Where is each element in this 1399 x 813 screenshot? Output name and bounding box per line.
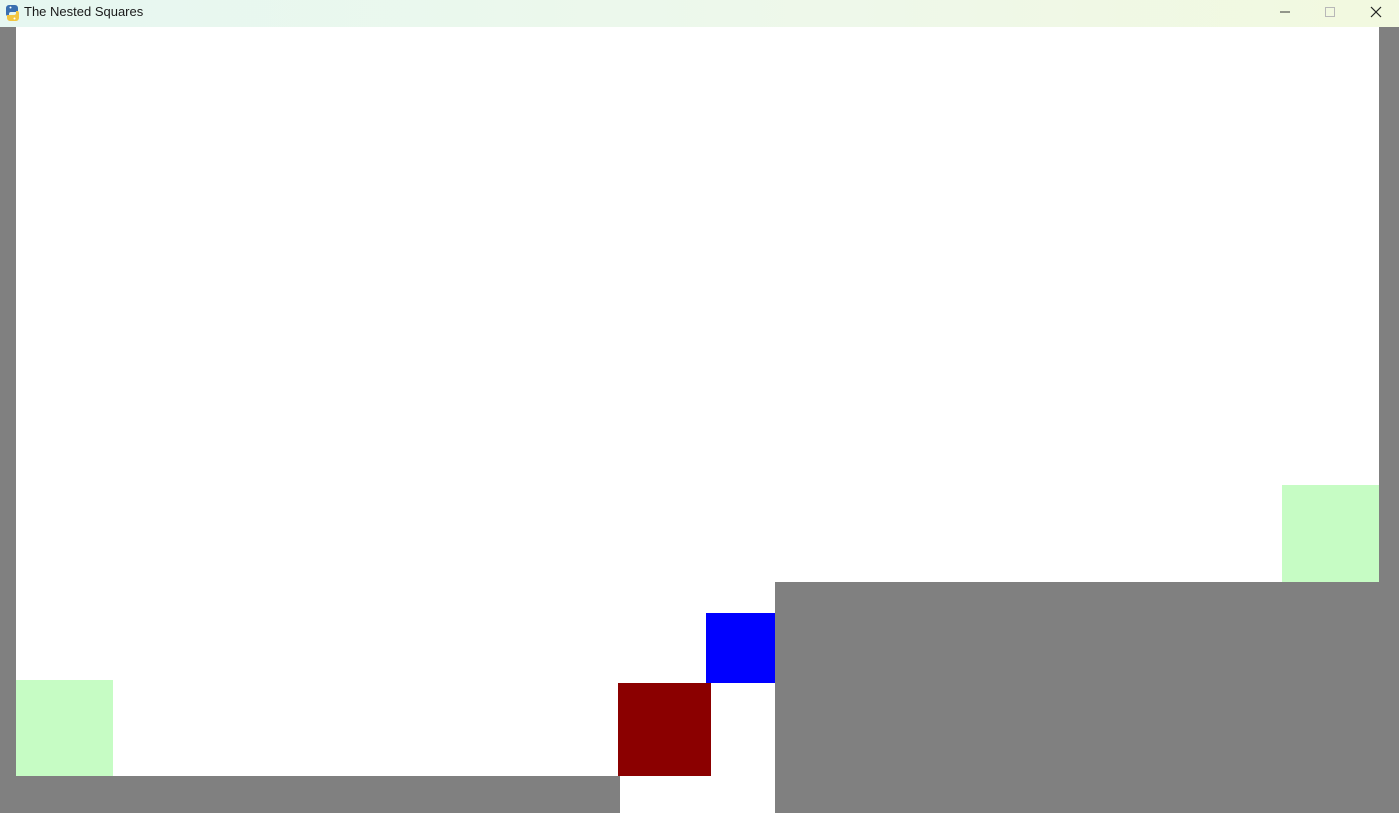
open-area-main bbox=[16, 27, 1379, 582]
blue-square-player bbox=[706, 613, 775, 683]
red-square-player bbox=[618, 683, 711, 776]
open-area-pit bbox=[620, 776, 775, 813]
game-canvas[interactable] bbox=[0, 27, 1399, 813]
python-snake-icon bbox=[5, 4, 20, 22]
goal-zone-right bbox=[1282, 485, 1379, 582]
close-button[interactable] bbox=[1353, 0, 1399, 27]
close-icon bbox=[1370, 5, 1382, 23]
maximize-icon bbox=[1324, 5, 1336, 23]
minimize-icon bbox=[1279, 5, 1291, 23]
title-bar[interactable]: The Nested Squares bbox=[0, 0, 1399, 27]
maximize-button[interactable] bbox=[1307, 0, 1353, 27]
game-window: The Nested Squares bbox=[0, 0, 1399, 813]
goal-zone-left bbox=[16, 680, 113, 776]
minimize-button[interactable] bbox=[1262, 0, 1308, 27]
window-title: The Nested Squares bbox=[24, 4, 144, 19]
